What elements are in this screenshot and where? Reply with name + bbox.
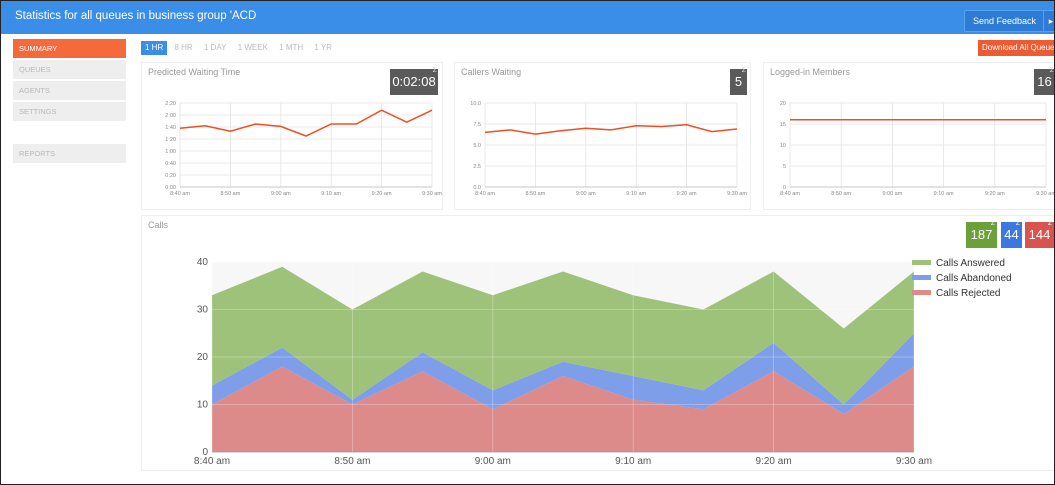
calls-x-tick-label: 9:30 am: [896, 456, 932, 467]
members-y-tick-label: 20: [780, 101, 786, 107]
logged-in-members-panel: Logged-in Members 16 Σ 0 5 10 15 20 8:40 am 8:5…: [763, 62, 1055, 210]
members-y-tick-label: 10: [780, 143, 786, 149]
members-x-tick-label: 9:20 am: [985, 191, 1005, 197]
calls-y-tick-label: 10: [197, 400, 209, 411]
calls-x-tick-label: 9:10 am: [615, 456, 651, 467]
wait-x-tick-label: 9:10 am: [321, 191, 341, 197]
wait-x-tick-label: 9:20 am: [372, 191, 392, 197]
callers-x-tick-label: 9:10 am: [626, 191, 646, 197]
header-bar: Statistics for all queues in business gr…: [1, 1, 1054, 34]
tab-1hr[interactable]: 1 HR: [141, 41, 168, 55]
calls-answered-legend-label: Calls Answered: [936, 258, 1005, 269]
callers-series-line: [484, 124, 738, 135]
tab-8hr[interactable]: 8 HR: [170, 41, 196, 55]
calls-y-tick-label: 40: [197, 257, 209, 268]
wait-y-tick-label: 1:20: [165, 137, 176, 143]
wait-y-tick-label: 2:00: [165, 113, 176, 119]
calls-rejected-badge: 144 Σ: [1025, 222, 1054, 248]
logged-in-members-chart: 051015208:40 am 8:50 am 9:00 am 9:10 am 9:20…: [780, 101, 1055, 197]
calls-x-tick-label: 8:40 am: [194, 456, 230, 467]
calls-y-tick-label: 20: [197, 352, 209, 363]
sidebar-item-agents[interactable]: AGENTS: [13, 81, 126, 100]
wait-x-tick-label: 9:00 am: [271, 191, 291, 197]
wait-y-tick-label: 2:20: [165, 101, 176, 107]
time-range-tabs: 1 HR 8 HR 1 DAY 1 WEEK 1 MTH 1 YR: [141, 41, 337, 55]
callers-y-tick-label: 2.5: [473, 164, 481, 170]
wait-x-tick-label: 9:30 am: [422, 191, 442, 197]
sidebar-item-settings[interactable]: SETTINGS: [13, 102, 126, 121]
sidebar-item-queues[interactable]: QUEUES: [13, 60, 126, 79]
calls-abandoned-legend-label: Calls Abandoned: [936, 273, 1012, 284]
members-x-tick-label: 8:50 am: [831, 191, 851, 197]
sidebar-item-summary[interactable]: SUMMARY: [13, 39, 126, 58]
tab-1day[interactable]: 1 DAY: [200, 41, 231, 55]
wait-y-tick-label: 1:40: [165, 125, 176, 131]
callers-x-tick-label: 9:00 am: [576, 191, 596, 197]
calls-x-tick-label: 8:50 am: [334, 456, 370, 467]
callers-y-tick-label: 5.0: [473, 143, 481, 149]
calls-answered-legend-swatch: [912, 260, 931, 265]
send-feedback-button[interactable]: Send Feedback: [964, 10, 1046, 32]
members-x-tick-label: 8:40 am: [780, 191, 800, 197]
members-y-tick-label: 5: [783, 164, 786, 170]
calls-y-tick-label: 30: [197, 305, 209, 316]
callers-x-tick-label: 9:20 am: [677, 191, 697, 197]
members-x-tick-label: 9:10 am: [934, 191, 954, 197]
members-x-tick-label: 9:30 am: [1036, 191, 1055, 197]
tab-1yr[interactable]: 1 YR: [310, 41, 336, 55]
calls-rejected-legend-swatch: [912, 290, 931, 295]
calls-abandoned-total: 44: [1004, 227, 1019, 242]
calls-x-tick-label: 9:20 am: [756, 456, 792, 467]
calls-rejected-sigma-icon: Σ: [1047, 222, 1052, 227]
callers-y-tick-label: 7.5: [473, 122, 481, 128]
calls-abandoned-sigma-icon: Σ: [1015, 220, 1020, 227]
wait-x-tick-label: 8:50 am: [220, 191, 240, 197]
sidebar-item-reports[interactable]: REPORTS: [13, 144, 126, 163]
calls-rejected-total: 144: [1028, 227, 1051, 242]
callers-x-tick-label: 9:30 am: [727, 191, 747, 197]
sidebar: SUMMARY QUEUES AGENTS SETTINGS REPORTS: [13, 39, 126, 165]
callers-x-tick-label: 8:50 am: [525, 191, 545, 197]
callers-waiting-chart: 0.02.55.07.510.08:40 am 8:50 am 9:00 am 9:1…: [470, 101, 747, 197]
wait-y-tick-label: 1:00: [165, 149, 176, 155]
calls-abandoned-badge: 44 Σ: [1001, 220, 1022, 248]
callers-waiting-panel: Callers Waiting 5Σ 0.0 2.5 5.0 7.5 10.0 8:40 …: [454, 62, 751, 210]
page-title: Statistics for all queues in business gr…: [15, 10, 257, 22]
tab-1mth[interactable]: 1 MTH: [275, 41, 307, 55]
wait-y-tick-label: 0:20: [165, 173, 176, 179]
members-x-tick-label: 9:00 am: [882, 191, 902, 197]
wait-series-line: [179, 109, 433, 137]
members-y-tick-label: 15: [780, 122, 786, 128]
callers-y-tick-label: 10.0: [470, 101, 481, 107]
wait-y-tick-label: 0:40: [165, 161, 176, 167]
header-menu-button[interactable]: ▸: [1043, 10, 1054, 32]
callers-x-tick-label: 8:40 am: [475, 191, 495, 197]
calls-x-tick-label: 9:00 am: [475, 456, 511, 467]
app-window: Statistics for all queues in business gr…: [0, 0, 1055, 485]
calls-chart: 0102030408:40 am 8:50 am 9:00 am 9:10 am 9:2…: [194, 257, 1012, 467]
calls-answered-badge: 187 Σ: [966, 220, 997, 248]
calls-abandoned-legend-swatch: [912, 275, 931, 280]
download-all-queues-button[interactable]: Download All Queues: [978, 40, 1054, 56]
calls-panel: Calls 0 10 20 30 40 8:40 am 8:50 am 9:00 am 9:10…: [141, 215, 1054, 471]
calls-answered-sigma-icon: Σ: [990, 220, 995, 227]
wait-time-chart: 0:000:200:401:001:201:402:002:208:40 am 8…: [165, 101, 442, 197]
calls-rejected-legend-label: Calls Rejected: [936, 288, 1000, 299]
calls-answered-total: 187: [970, 227, 993, 242]
wait-time-panel: Predicted Waiting Time 0:02:08 Σ 0:00 0:20…: [141, 62, 443, 210]
wait-x-tick-label: 8:40 am: [170, 191, 190, 197]
tab-1week[interactable]: 1 WEEK: [234, 41, 272, 55]
